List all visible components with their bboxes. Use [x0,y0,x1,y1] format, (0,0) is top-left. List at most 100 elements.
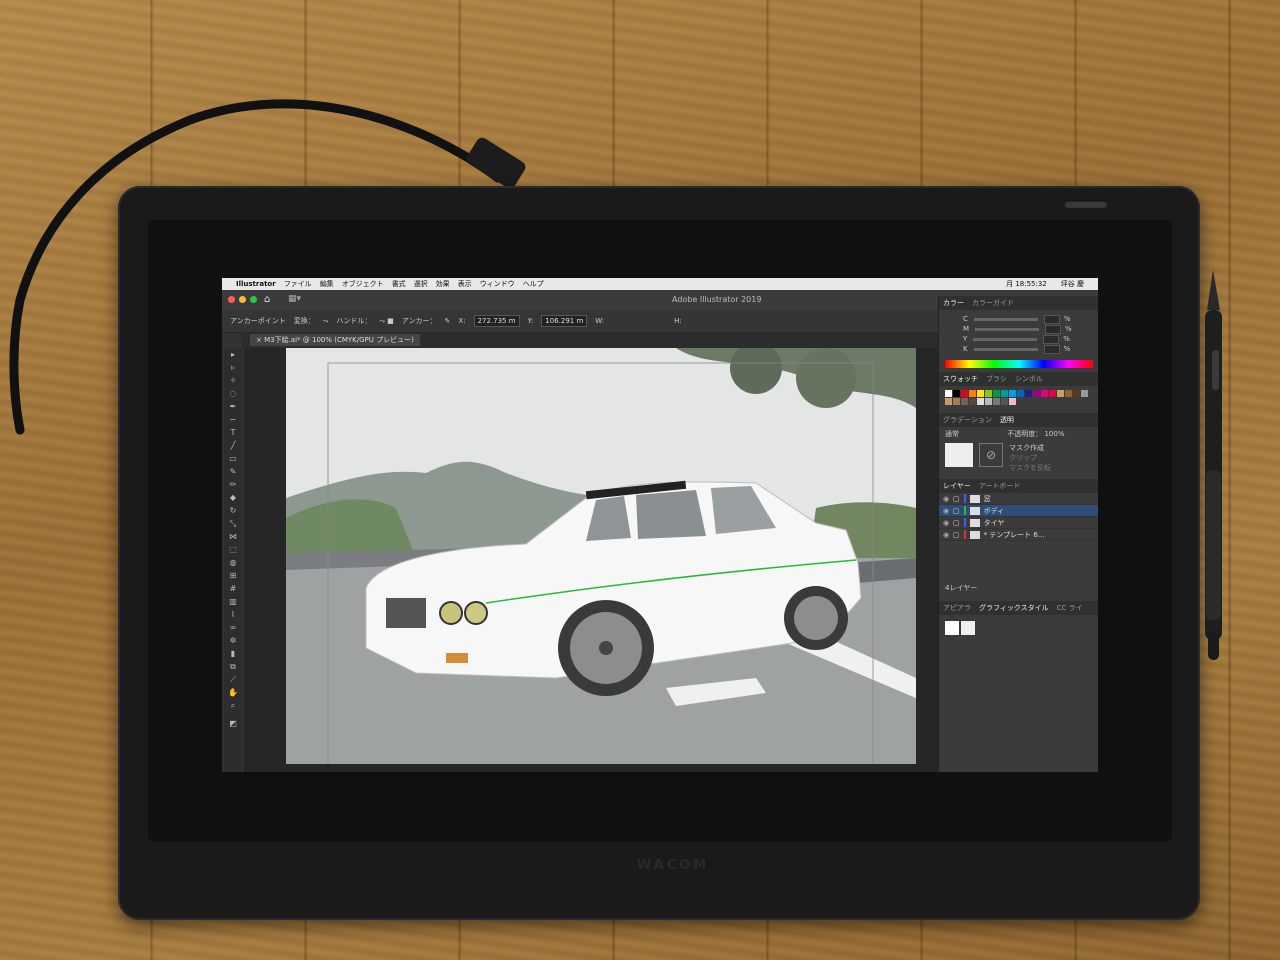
tab-color[interactable]: カラー [939,298,968,308]
document-tab[interactable]: × M3下絵.ai* @ 100% (CMYK/GPU プレビュー) [250,334,420,346]
x-coordinate-field[interactable]: 272.735 m [473,315,520,327]
close-tab-icon[interactable]: × [256,336,264,344]
swatch[interactable] [1001,398,1008,405]
hand-tool-icon[interactable]: ✋ [228,688,238,698]
paintbrush-tool-icon[interactable]: ✎ [228,467,238,477]
menu-view[interactable]: 表示 [458,279,472,289]
convert-anchor-icon[interactable]: ⤳ [323,317,329,326]
clock[interactable]: 月 18:55:32 [1006,279,1047,289]
lasso-tool-icon[interactable]: ◌ [228,389,238,399]
shape-builder-tool-icon[interactable]: ◍ [228,558,238,568]
swatch[interactable] [953,390,960,397]
menu-app-name[interactable]: Illustrator [236,280,276,288]
swatch[interactable] [1017,390,1024,397]
workspace-switcher-icon[interactable]: ▦▾ [288,294,301,304]
visibility-eye-icon[interactable]: ◉ [943,507,953,515]
tab-gradient[interactable]: グラデーション [939,415,996,425]
minimize-window-button[interactable] [239,296,246,303]
lock-icon[interactable]: ▢ [953,531,960,539]
opacity-value[interactable]: 100% [1044,430,1064,438]
tab-color-guide[interactable]: カラーガイド [968,298,1018,308]
menu-type[interactable]: 書式 [392,279,406,289]
lock-icon[interactable]: ▢ [953,519,960,527]
channel-c-field[interactable] [1043,314,1060,324]
zoom-tool-icon[interactable]: ⌕ [228,701,238,711]
pencil-tool-icon[interactable]: ✏ [228,480,238,490]
mask-thumbnail[interactable] [945,443,973,467]
lock-icon[interactable]: ▢ [953,507,960,515]
perspective-grid-tool-icon[interactable]: ⊞ [228,571,238,581]
selection-tool-icon[interactable]: ▸ [228,350,238,360]
width-tool-icon[interactable]: ⋈ [228,532,238,542]
menu-file[interactable]: ファイル [284,279,312,289]
swatch[interactable] [977,390,984,397]
channel-m-slider[interactable] [975,327,1040,331]
tab-transparency[interactable]: 透明 [996,415,1018,425]
home-icon[interactable]: ⌂ [264,294,270,305]
swatch[interactable] [1073,390,1080,397]
channel-m-field[interactable] [1045,324,1062,334]
close-window-button[interactable] [228,296,235,303]
swatch[interactable] [985,390,992,397]
swatch[interactable] [1049,390,1056,397]
swatch[interactable] [977,398,984,405]
menu-edit[interactable]: 編集 [320,279,334,289]
swatch[interactable] [945,398,952,405]
curvature-tool-icon[interactable]: ∽ [228,415,238,425]
visibility-eye-icon[interactable]: ◉ [943,519,953,527]
artboard-tool-icon[interactable]: ⧉ [228,662,238,672]
free-transform-tool-icon[interactable]: ⬚ [228,545,238,555]
eyedropper-tool-icon[interactable]: ⌇ [228,610,238,620]
power-button[interactable] [1064,200,1108,208]
tab-swatches[interactable]: スウォッチ [939,374,982,384]
magic-wand-tool-icon[interactable]: ✧ [228,376,238,386]
handle-icon[interactable]: ⤳ ■ [379,317,393,326]
swatch[interactable] [1025,390,1032,397]
layer-row[interactable]: ◉ ▢ ボディ [939,505,1098,517]
swatch[interactable] [1065,390,1072,397]
scale-tool-icon[interactable]: ⤡ [228,519,238,529]
rectangle-tool-icon[interactable]: ▭ [228,454,238,464]
invert-mask-checkbox[interactable]: マスクを反転 [1009,463,1051,473]
pen-tool-icon[interactable]: ✒ [228,402,238,412]
swatch[interactable] [969,398,976,405]
swatch[interactable] [993,398,1000,405]
fill-stroke-icon[interactable]: ◩ [228,719,238,729]
channel-k-field[interactable] [1043,344,1060,354]
swatch[interactable] [1041,390,1048,397]
swatch[interactable] [1033,390,1040,397]
channel-k-slider[interactable] [973,347,1038,351]
layer-row[interactable]: ◉ ▢ * テンプレート 6... [939,529,1098,541]
tab-brushes[interactable]: ブラシ [982,374,1011,384]
swatch[interactable] [1001,390,1008,397]
swatch[interactable] [985,398,992,405]
swatch[interactable] [961,398,968,405]
menu-select[interactable]: 選択 [414,279,428,289]
tab-symbols[interactable]: シンボル [1011,374,1047,384]
menu-window[interactable]: ウィンドウ [480,279,515,289]
stylus-pen[interactable] [1198,270,1228,662]
channel-c-slider[interactable] [973,317,1038,321]
rotate-tool-icon[interactable]: ↻ [228,506,238,516]
lock-icon[interactable]: ▢ [953,495,960,503]
blend-tool-icon[interactable]: ∞ [228,623,238,633]
mesh-tool-icon[interactable]: # [228,584,238,594]
canvas-area[interactable] [244,348,938,772]
artboard[interactable] [286,348,916,764]
gradient-tool-icon[interactable]: ▥ [228,597,238,607]
tab-artboards[interactable]: アートボード [975,481,1025,491]
slice-tool-icon[interactable]: ⟋ [228,675,238,685]
channel-y-slider[interactable] [973,337,1038,341]
swatch[interactable] [945,390,952,397]
swatch[interactable] [1009,398,1016,405]
remove-anchor-icon[interactable]: ✎ [445,317,451,325]
symbol-sprayer-tool-icon[interactable]: ✲ [228,636,238,646]
column-graph-tool-icon[interactable]: ▮ [228,649,238,659]
zoom-window-button[interactable] [250,296,257,303]
swatch[interactable] [969,390,976,397]
graphic-style-swatch[interactable] [945,621,959,635]
tab-graphic-styles[interactable]: グラフィックスタイル [975,603,1053,613]
channel-y-field[interactable] [1043,334,1060,344]
eraser-tool-icon[interactable]: ◆ [228,493,238,503]
color-spectrum[interactable] [945,360,1093,368]
